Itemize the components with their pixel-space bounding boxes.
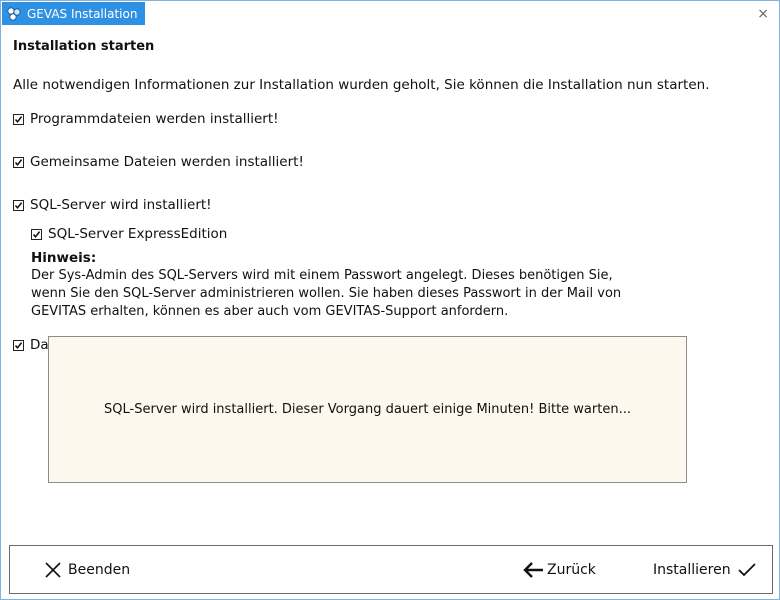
checkbox-checked-icon[interactable] <box>13 339 24 351</box>
hint-block: Hinweis: Der Sys-Admin des SQL-Servers w… <box>31 249 631 321</box>
check-label: Programmdateien werden installiert! <box>30 111 279 127</box>
install-label: Installieren <box>653 561 731 578</box>
checkbox-checked-icon[interactable] <box>13 199 24 211</box>
check-shared-files[interactable]: Gemeinsame Dateien werden installiert! <box>13 154 304 170</box>
install-button[interactable]: Installieren <box>653 546 757 593</box>
close-icon[interactable]: × <box>757 7 769 21</box>
checkbox-checked-icon[interactable] <box>13 113 24 125</box>
check-label: Gemeinsame Dateien werden installiert! <box>30 154 304 170</box>
hint-line: wenn Sie den SQL-Server administrieren w… <box>31 286 622 301</box>
checkbox-checked-icon[interactable] <box>31 228 42 240</box>
check-program-files[interactable]: Programmdateien werden installiert! <box>13 111 279 127</box>
hint-title: Hinweis: <box>31 250 97 266</box>
quit-label: Beenden <box>68 561 131 578</box>
back-button[interactable]: Zurück <box>522 546 596 593</box>
app-icon <box>7 6 21 21</box>
close-icon <box>45 561 61 578</box>
overlay-message: SQL-Server wird installiert. Dieser Vorg… <box>104 402 631 417</box>
title-bar: GEVAS Installation × <box>1 1 779 27</box>
title-tab: GEVAS Installation <box>2 2 146 25</box>
progress-overlay: SQL-Server wird installiert. Dieser Vorg… <box>48 336 687 483</box>
back-label: Zurück <box>547 561 596 578</box>
check-label: SQL-Server wird installiert! <box>30 197 212 213</box>
arrow-left-icon <box>523 561 543 578</box>
check-label: Da <box>30 337 49 353</box>
check-sql-express[interactable]: SQL-Server ExpressEdition <box>31 226 227 242</box>
checkmark-icon <box>737 562 756 576</box>
checkbox-checked-icon[interactable] <box>13 156 24 168</box>
page-title: Installation starten <box>13 39 155 54</box>
check-partial-hidden[interactable]: Da <box>13 337 49 353</box>
check-label: SQL-Server ExpressEdition <box>48 226 228 242</box>
hint-line: GEVITAS erhalten, können es aber auch vo… <box>31 304 509 319</box>
footer-bar: Beenden Zurück Installieren <box>9 545 773 594</box>
quit-button[interactable]: Beenden <box>44 546 130 593</box>
check-sql-server[interactable]: SQL-Server wird installiert! <box>13 197 212 213</box>
installer-window: GEVAS Installation × Installation starte… <box>0 0 780 600</box>
intro-text: Alle notwendigen Informationen zur Insta… <box>13 77 710 93</box>
window-title: GEVAS Installation <box>27 6 138 21</box>
hint-line: Der Sys-Admin des SQL-Servers wird mit e… <box>31 268 613 283</box>
